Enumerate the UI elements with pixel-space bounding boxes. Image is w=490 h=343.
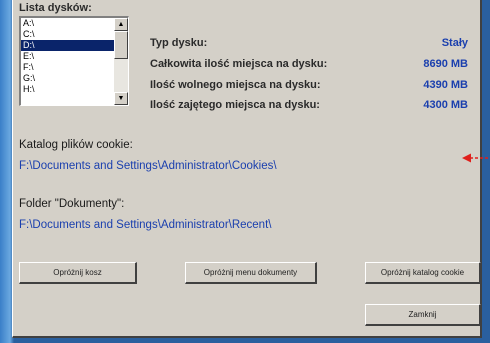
drive-list-label: Lista dysków: bbox=[19, 2, 92, 14]
desktop-background: Lista dysków: A:\ C:\ D:\ E:\ F:\ G:\ H:\ ▲ ▼ … bbox=[0, 0, 490, 343]
cookie-folder-label: Katalog plików cookie: bbox=[19, 139, 133, 151]
drive-items: A:\ C:\ D:\ E:\ F:\ G:\ H:\ bbox=[21, 18, 128, 95]
annotation-arrow-icon bbox=[462, 153, 490, 163]
documents-folder-label: Folder "Dokumenty": bbox=[19, 198, 125, 210]
drive-list-item[interactable]: G:\ bbox=[21, 73, 115, 84]
drive-list-item[interactable]: H:\ bbox=[21, 84, 115, 95]
used-space-value: 4300 MB bbox=[423, 99, 468, 111]
empty-documents-menu-button[interactable]: Opróżnij menu dokumenty bbox=[185, 262, 317, 284]
drive-list-item[interactable]: C:\ bbox=[21, 29, 115, 40]
cookie-folder-path: F:\Documents and Settings\Administrator\… bbox=[19, 160, 277, 172]
scroll-down-arrow-icon[interactable]: ▼ bbox=[114, 92, 128, 105]
documents-folder-path: F:\Documents and Settings\Administrator\… bbox=[19, 219, 272, 231]
empty-cookie-folder-button[interactable]: Opróżnij katalog cookie bbox=[365, 262, 481, 284]
drive-list-scrollbar[interactable]: ▲ ▼ bbox=[114, 18, 128, 105]
scroll-thumb[interactable] bbox=[114, 31, 128, 59]
disk-type-value: Stały bbox=[441, 37, 468, 49]
drive-list-item[interactable]: F:\ bbox=[21, 62, 115, 73]
drive-listbox[interactable]: A:\ C:\ D:\ E:\ F:\ G:\ H:\ ▲ ▼ bbox=[19, 16, 129, 106]
total-space-label: Całkowita ilość miejsca na dysku: bbox=[150, 58, 328, 70]
drive-list-item[interactable]: A:\ bbox=[21, 18, 115, 29]
empty-trash-button[interactable]: Opróżnij kosz bbox=[19, 262, 137, 284]
free-space-value: 4390 MB bbox=[423, 79, 468, 91]
drive-list-item[interactable]: E:\ bbox=[21, 51, 115, 62]
disk-info-dialog: Lista dysków: A:\ C:\ D:\ E:\ F:\ G:\ H:\ ▲ ▼ … bbox=[12, 0, 482, 338]
free-space-label: Ilość wolnego miejsca na dysku: bbox=[150, 79, 321, 91]
used-space-label: Ilość zajętego miejsca na dysku: bbox=[150, 99, 320, 111]
close-button[interactable]: Zamknij bbox=[365, 304, 481, 326]
total-space-value: 8690 MB bbox=[423, 58, 468, 70]
drive-list-item[interactable]: D:\ bbox=[21, 40, 115, 51]
scroll-up-arrow-icon[interactable]: ▲ bbox=[114, 18, 128, 31]
disk-type-label: Typ dysku: bbox=[150, 37, 208, 49]
